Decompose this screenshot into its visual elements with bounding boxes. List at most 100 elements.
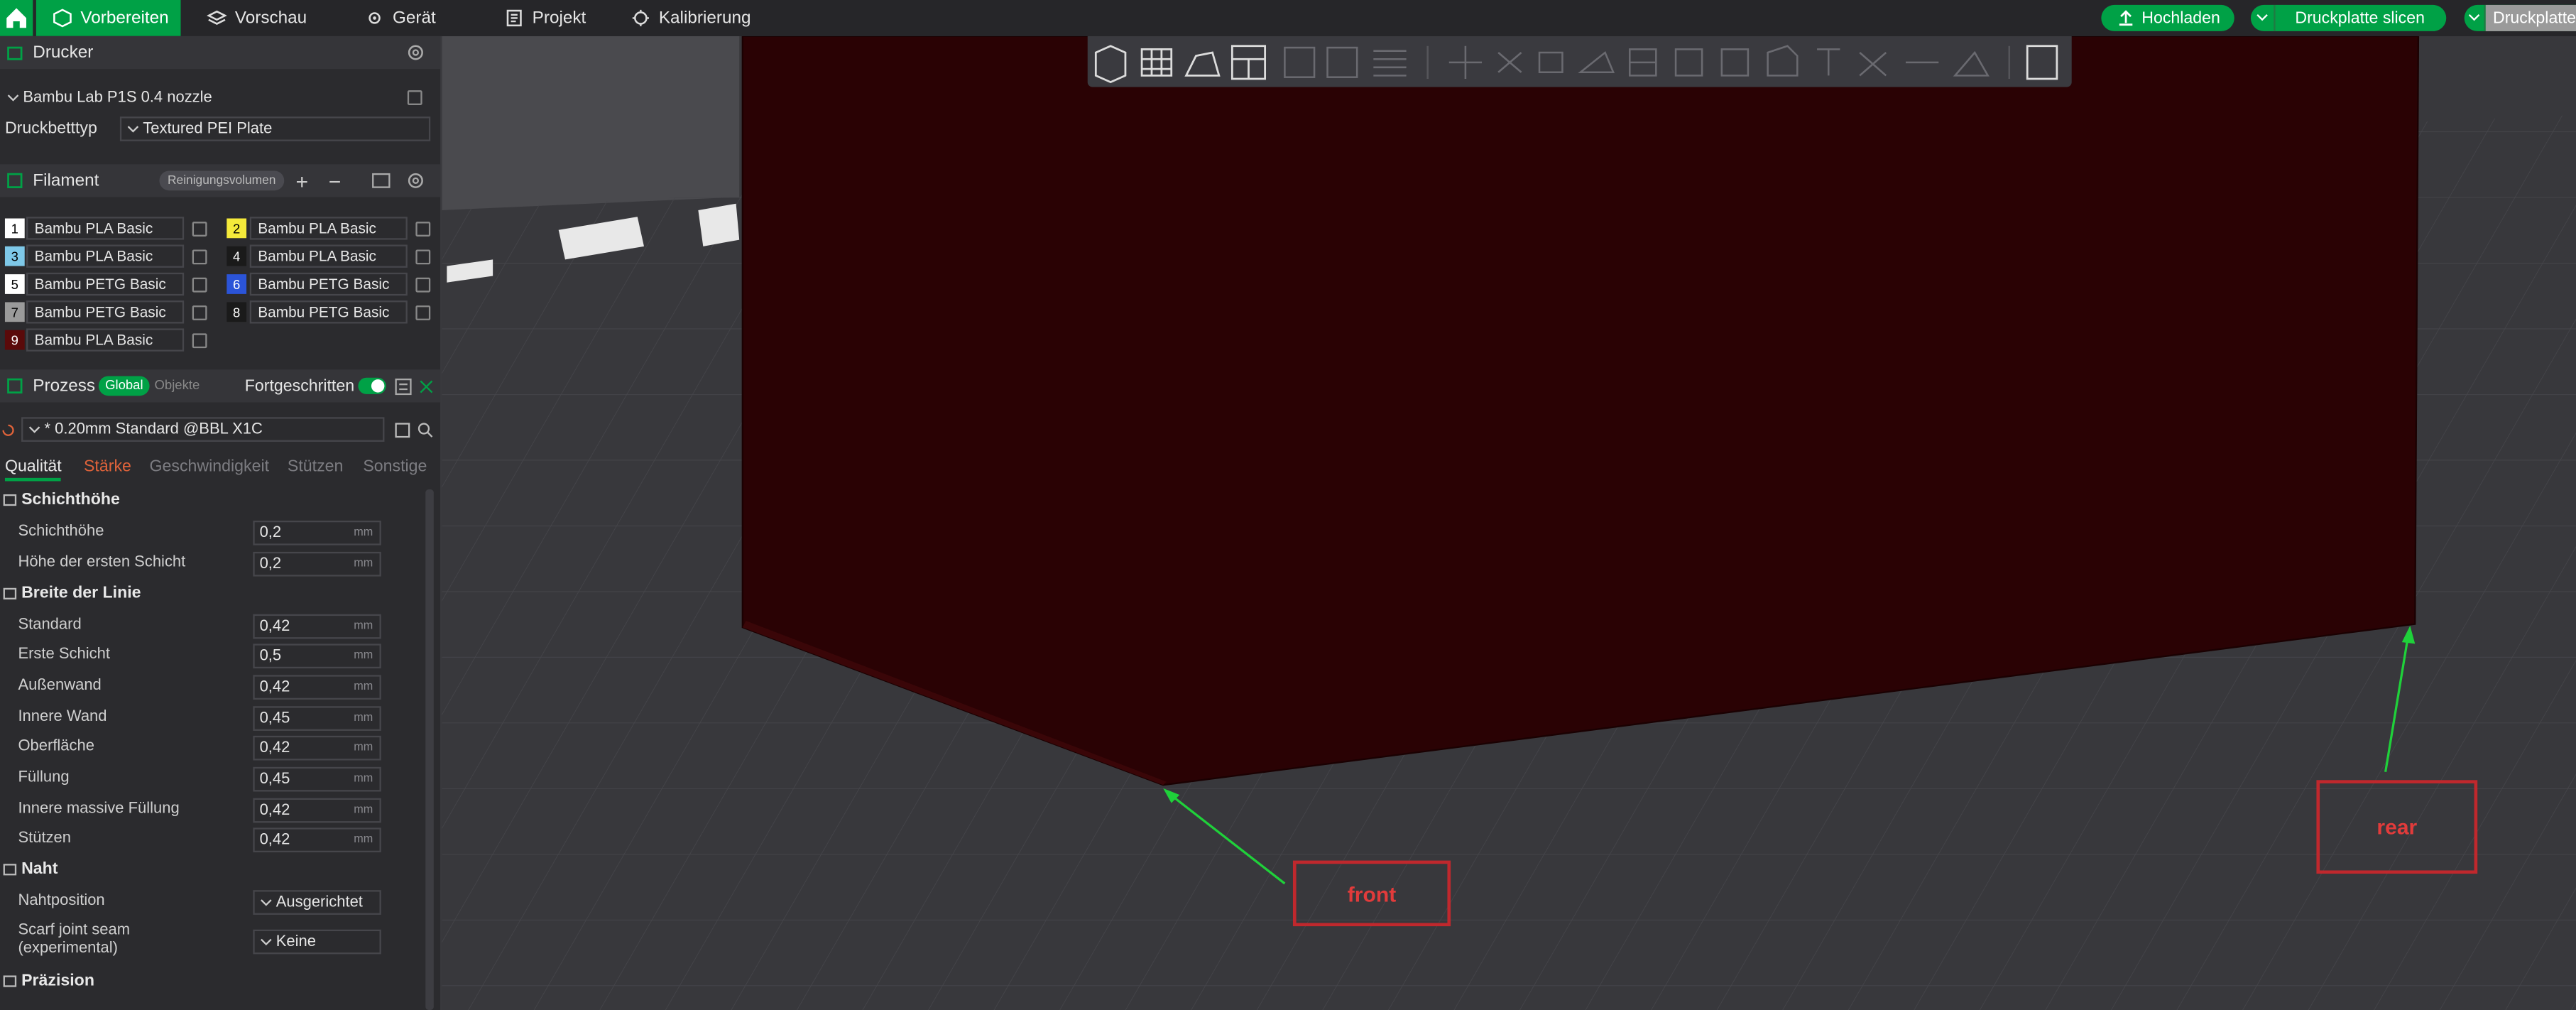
param-inner-wall-width[interactable]: 0,45 mm bbox=[253, 706, 381, 731]
param-unit: mm bbox=[354, 558, 373, 570]
upload-button[interactable]: Hochladen bbox=[2101, 4, 2234, 31]
3d-viewport[interactable]: front rear bbox=[442, 36, 2576, 1010]
process-preset-value: * 0.20mm Standard @BBL X1C bbox=[44, 420, 263, 439]
add-object-icon bbox=[1094, 45, 1127, 84]
param-label: Innere massive Füllung bbox=[18, 800, 180, 818]
filament-title: Filament bbox=[33, 170, 99, 191]
toolbar-icons bbox=[1094, 45, 2058, 84]
chevron-down-icon bbox=[261, 898, 272, 906]
advanced-switch[interactable] bbox=[358, 377, 386, 394]
tab-project[interactable]: Projekt bbox=[504, 0, 586, 36]
param-first-layer-width[interactable]: 0,5 mm bbox=[253, 644, 381, 669]
param-default-width[interactable]: 0,42 mm bbox=[253, 614, 381, 639]
param-label: Scarf joint seam (experimental) bbox=[18, 921, 131, 958]
printer-title: Drucker bbox=[33, 43, 94, 63]
global-toggle[interactable]: Global bbox=[98, 376, 150, 396]
gear-icon[interactable] bbox=[406, 43, 426, 63]
remove-filament-icon[interactable]: − bbox=[329, 168, 342, 193]
bed-type-label: Druckbetttyp bbox=[4, 119, 97, 139]
chevron-down-icon[interactable] bbox=[2465, 4, 2487, 31]
grid-layout-icon bbox=[1140, 48, 1173, 77]
slot-number: 4 bbox=[227, 246, 247, 266]
tab-preview[interactable]: Vorschau bbox=[207, 0, 307, 36]
group-icon bbox=[3, 975, 17, 987]
param-value: 0,42 bbox=[259, 739, 290, 757]
param-infill-width[interactable]: 0,45 mm bbox=[253, 766, 381, 792]
edit-icon[interactable] bbox=[415, 277, 431, 293]
slice-label: Druckplatte slicen bbox=[2295, 9, 2425, 28]
purge-volume-button[interactable]: Reinigungsvolumen bbox=[159, 170, 284, 191]
home-button[interactable] bbox=[0, 0, 33, 36]
slot-number: 7 bbox=[4, 302, 25, 322]
tab-calibration[interactable]: Kalibrierung bbox=[631, 0, 751, 36]
param-internal-solid-infill-width[interactable]: 0,42 mm bbox=[253, 798, 381, 823]
param-value: 0,42 bbox=[259, 678, 290, 697]
param-value: 0,42 bbox=[259, 830, 290, 849]
save-icon[interactable] bbox=[394, 422, 410, 438]
process-preset-select[interactable]: * 0.20mm Standard @BBL X1C bbox=[21, 417, 385, 442]
printer-select[interactable]: Bambu Lab P1S 0.4 nozzle bbox=[1, 85, 400, 110]
slot-number: 9 bbox=[4, 330, 25, 350]
param-value: 0,42 bbox=[259, 617, 290, 636]
tab-device[interactable]: Gerät bbox=[365, 0, 436, 36]
group-icon bbox=[3, 864, 17, 876]
settings-scrollbar[interactable] bbox=[425, 489, 434, 1010]
tab-speed[interactable]: Geschwindigkeit bbox=[150, 458, 269, 476]
tab-strength[interactable]: Stärke bbox=[84, 458, 131, 476]
object-toolbar bbox=[1087, 36, 2072, 87]
param-unit: mm bbox=[354, 621, 373, 633]
tab-supports[interactable]: Stützen bbox=[288, 458, 343, 476]
param-value: 0,2 bbox=[259, 523, 282, 543]
edit-icon[interactable] bbox=[192, 222, 207, 237]
seam-position-select[interactable]: Ausgerichtet bbox=[253, 890, 381, 915]
edit-icon[interactable] bbox=[415, 249, 431, 265]
param-top-surface-width[interactable]: 0,42 mm bbox=[253, 735, 381, 761]
param-first-layer-height[interactable]: 0,2 mm bbox=[253, 551, 381, 577]
param-support-width[interactable]: 0,42 mm bbox=[253, 827, 381, 853]
tab-others[interactable]: Sonstige bbox=[363, 458, 427, 476]
slice-plate-button[interactable]: Druckplatte slicen bbox=[2250, 4, 2447, 31]
cube-icon bbox=[53, 9, 72, 28]
chevron-down-icon bbox=[7, 94, 19, 101]
upload-icon bbox=[2118, 10, 2132, 26]
tab-quality[interactable]: Qualität bbox=[4, 458, 62, 482]
param-label: Oberfläche bbox=[18, 737, 95, 756]
chevron-down-icon[interactable] bbox=[2251, 4, 2276, 31]
param-label: Nahtposition bbox=[18, 891, 105, 910]
group-seam: Naht bbox=[0, 861, 58, 879]
edit-icon[interactable] bbox=[407, 90, 422, 105]
param-value: 0,2 bbox=[259, 555, 282, 573]
process-title: Prozess bbox=[33, 376, 96, 396]
edit-icon[interactable] bbox=[192, 333, 207, 349]
search-icon[interactable] bbox=[417, 422, 434, 438]
slot-number: 6 bbox=[227, 274, 247, 294]
param-label: Innere Wand bbox=[18, 707, 107, 726]
print-label: Druckplatte bbox=[2486, 4, 2576, 31]
reset-icon[interactable] bbox=[0, 422, 16, 438]
edit-icon[interactable] bbox=[415, 305, 431, 320]
tab-prepare[interactable]: Vorbereiten bbox=[36, 0, 181, 36]
group-precision: Präzision bbox=[0, 972, 94, 990]
param-layer-height[interactable]: 0,2 mm bbox=[253, 520, 381, 545]
param-outer-wall-width[interactable]: 0,42 mm bbox=[253, 675, 381, 700]
print-plate-button[interactable]: Druckplatte bbox=[2464, 4, 2576, 31]
edit-icon[interactable] bbox=[192, 249, 207, 265]
objects-toggle[interactable]: Objekte bbox=[154, 376, 200, 396]
filament-name: Bambu PLA Basic bbox=[249, 244, 408, 268]
param-label: Füllung bbox=[18, 769, 70, 787]
list-icon[interactable] bbox=[394, 377, 412, 395]
printer-section-header: Drucker bbox=[0, 36, 441, 70]
edit-icon[interactable] bbox=[415, 222, 431, 237]
edit-icon[interactable] bbox=[192, 305, 207, 320]
process-icon bbox=[7, 378, 23, 394]
group-title: Breite der Linie bbox=[21, 585, 141, 603]
gear-icon[interactable] bbox=[406, 170, 426, 190]
scarf-seam-select[interactable]: Keine bbox=[253, 929, 381, 955]
add-filament-icon[interactable]: + bbox=[295, 168, 308, 193]
param-label: Stützen bbox=[18, 829, 71, 848]
sync-icon[interactable] bbox=[371, 170, 391, 190]
compare-icon[interactable] bbox=[417, 377, 435, 395]
param-value: 0,42 bbox=[259, 801, 290, 820]
edit-icon[interactable] bbox=[192, 277, 207, 293]
bed-type-select[interactable]: Textured PEI Plate bbox=[119, 116, 431, 141]
